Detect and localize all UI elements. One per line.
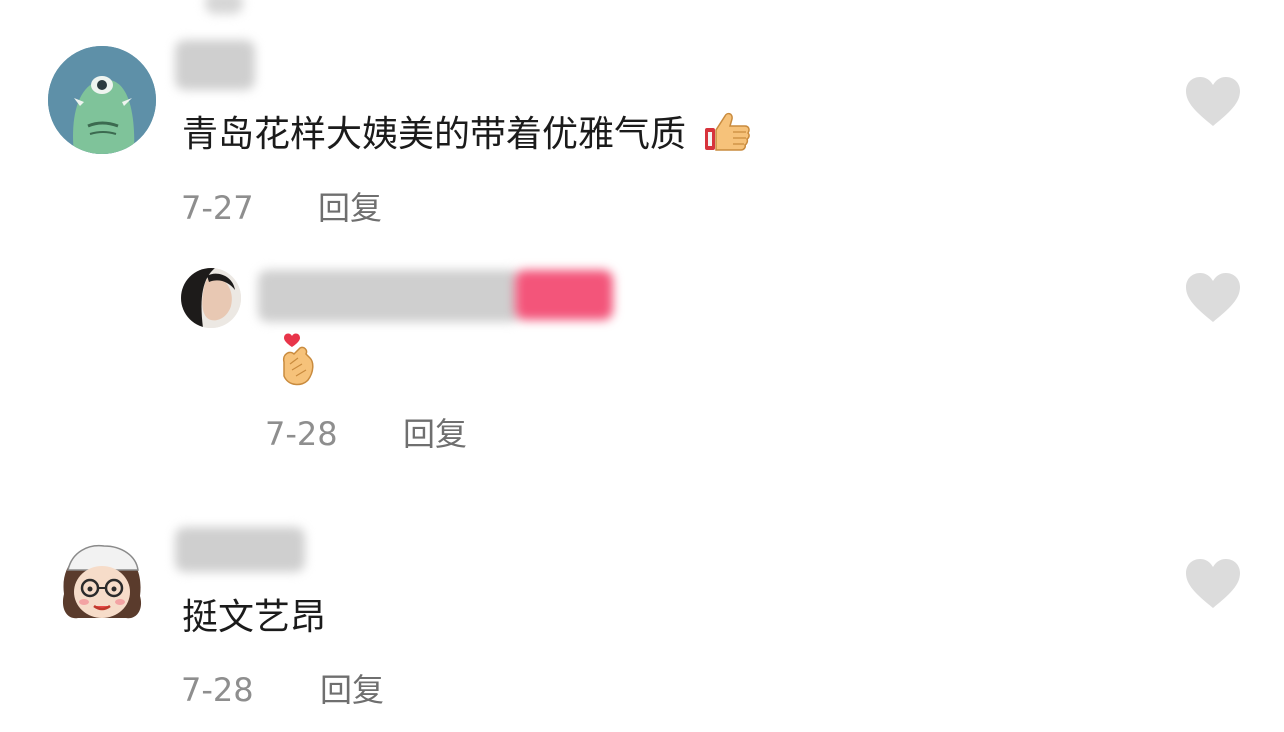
avatar[interactable] [181, 268, 241, 328]
heart-icon[interactable] [1184, 76, 1242, 128]
thumbs-up-icon [703, 110, 751, 154]
heart-icon[interactable] [1184, 558, 1242, 610]
username-obscured[interactable] [175, 40, 255, 90]
reply-button[interactable]: 回复 [318, 188, 382, 228]
reply-button[interactable]: 回复 [320, 670, 384, 710]
obscured-fragment [205, 0, 243, 14]
username-obscured[interactable] [175, 527, 305, 572]
reply-button[interactable]: 回复 [403, 414, 467, 454]
reply-date: 7-28 [265, 415, 338, 453]
cartoon-girl-avatar-icon [50, 534, 154, 638]
username-obscured[interactable] [258, 270, 520, 322]
heart-icon[interactable] [1184, 272, 1242, 324]
comment-date: 7-28 [181, 671, 254, 709]
user-photo-avatar-icon [181, 268, 241, 328]
comment-text-content: 青岛花样大姨美的带着优雅气质 [182, 114, 687, 155]
avatar[interactable] [48, 46, 156, 154]
comment-date: 7-27 [181, 189, 254, 227]
comment-text: 青岛花样大姨美的带着优雅气质 [182, 110, 751, 157]
avatar[interactable] [50, 534, 154, 638]
finger-heart-icon [278, 332, 318, 388]
username-obscured-highlight [515, 270, 613, 320]
comment-text: 挺文艺昂 [182, 597, 327, 638]
green-monster-avatar-icon [48, 46, 156, 154]
